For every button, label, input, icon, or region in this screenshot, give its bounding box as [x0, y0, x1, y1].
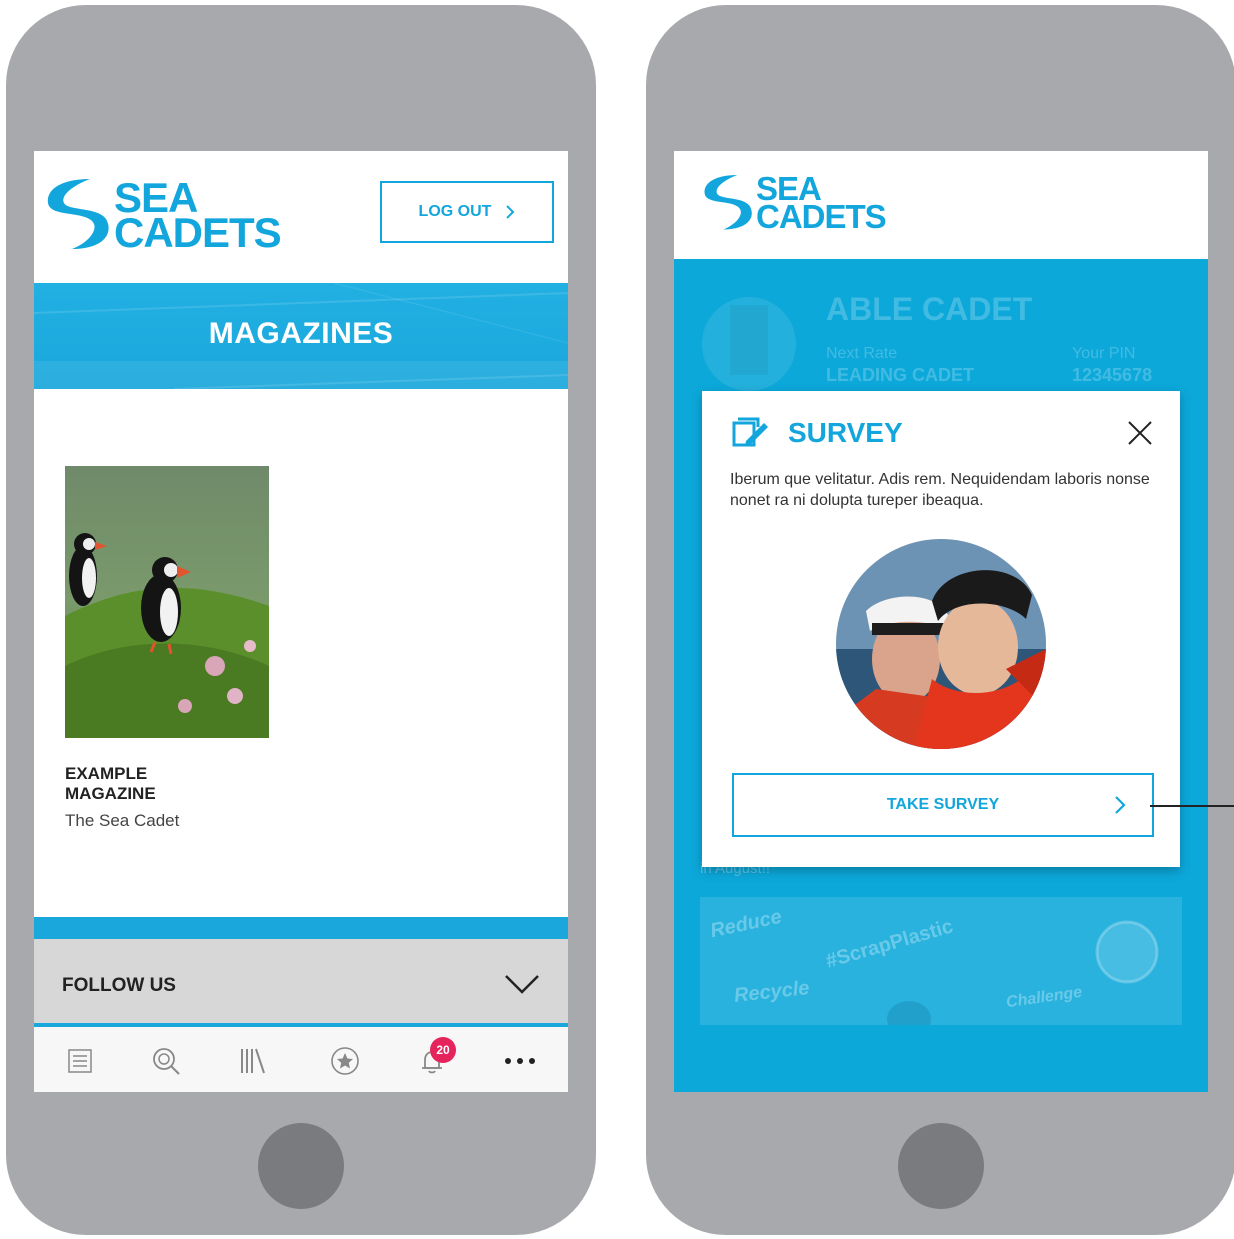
close-icon[interactable]: [1126, 419, 1154, 447]
survey-screen: SEA CADETS ABLE CADET Next Rate LEADING …: [674, 151, 1208, 1092]
app-header: SEA CADETS: [674, 151, 1208, 259]
annotation-leader-line: [1150, 805, 1234, 807]
tab-list[interactable]: [60, 1041, 100, 1081]
follow-us-section[interactable]: FOLLOW US: [34, 939, 568, 1023]
banner-band: [34, 361, 568, 389]
magazines-screen: SEA CADETS LOG OUT MAGAZINES EXAMPLE MAG…: [34, 151, 568, 1092]
magazine-title[interactable]: EXAMPLE MAGAZINE: [65, 764, 265, 804]
take-survey-label: TAKE SURVEY: [886, 796, 1000, 813]
logo-line2: CADETS: [756, 198, 887, 235]
logo-text: SEA CADETS: [756, 172, 887, 235]
next-rate-value: LEADING CADET: [826, 365, 974, 385]
take-survey-button[interactable]: TAKE SURVEY: [732, 773, 1154, 837]
app-header: SEA CADETS LOG OUT: [34, 151, 568, 283]
logout-label: LOG OUT: [418, 203, 492, 220]
phone-right: SEA CADETS ABLE CADET Next Rate LEADING …: [646, 5, 1234, 1235]
modal-title: SURVEY: [788, 417, 903, 448]
home-button[interactable]: [258, 1123, 344, 1209]
pin-value: 12345678: [1072, 365, 1153, 385]
survey-photo: [836, 539, 1046, 749]
sea-cadets-swoosh-icon: [704, 175, 752, 230]
tab-library[interactable]: [232, 1041, 272, 1081]
sea-cadets-logo[interactable]: SEA CADETS: [42, 176, 282, 256]
section-banner: MAGAZINES: [34, 283, 568, 389]
promo-word-reduce: Reduce: [708, 905, 784, 943]
footer-accent-strip: [34, 917, 568, 939]
bottom-tab-bar: 20: [34, 1027, 568, 1092]
notification-badge: 20: [430, 1037, 456, 1063]
modal-body-text: Iberum que velitatur. Adis rem. Nequiden…: [730, 471, 1150, 509]
sea-cadets-logo[interactable]: SEA CADETS: [700, 172, 887, 235]
rank-title: ABLE CADET: [826, 291, 1033, 327]
trophy-badge-icon: [1095, 920, 1159, 984]
follow-us-label: FOLLOW US: [62, 975, 176, 996]
page-title: MAGAZINES: [208, 317, 394, 350]
chevron-down-icon[interactable]: [504, 973, 540, 995]
tab-search[interactable]: [146, 1041, 186, 1081]
next-rate-label: Next Rate: [826, 345, 898, 362]
promo-banner: Reduce Recycle #ScrapPlastic Challenge: [700, 897, 1182, 1025]
logo-text: SEA CADETS: [114, 176, 282, 256]
chevron-right-icon: [1115, 796, 1126, 814]
home-button[interactable]: [898, 1123, 984, 1209]
chevron-right-icon: [506, 205, 515, 219]
promo-word-challenge: Challenge: [1005, 983, 1084, 1012]
survey-edit-icon: [732, 417, 768, 447]
magazine-cover[interactable]: [65, 466, 269, 738]
cadets-photo: [836, 539, 1046, 749]
profile-avatar: [702, 297, 796, 391]
logo-line2: CADETS: [114, 209, 282, 256]
survey-modal: SURVEY Iberum que velitatur. Adis rem. N…: [702, 391, 1180, 867]
library-icon: [241, 1048, 265, 1074]
search-icon: [153, 1048, 180, 1075]
sea-cadets-swoosh-icon: [47, 179, 109, 249]
magazine-title-line2: MAGAZINE: [65, 784, 156, 803]
magazine-subtitle: The Sea Cadet: [65, 811, 180, 830]
magazine-title-line1: EXAMPLE: [65, 764, 148, 783]
tab-favourites[interactable]: [325, 1041, 365, 1081]
tab-notifications[interactable]: 20: [412, 1037, 456, 1081]
tab-more[interactable]: [500, 1041, 540, 1081]
pin-label: Your PIN: [1072, 345, 1136, 362]
more-icon: [505, 1058, 535, 1064]
promo-hashtag: #ScrapPlastic: [823, 915, 956, 973]
cadet-silhouette-icon: [887, 1001, 931, 1025]
star-icon: [331, 1047, 359, 1075]
promo-word-recycle: Recycle: [733, 977, 811, 1007]
logout-button[interactable]: LOG OUT: [380, 181, 554, 243]
list-icon: [68, 1049, 92, 1073]
puffins-cover-image: [65, 466, 269, 738]
phone-left: SEA CADETS LOG OUT MAGAZINES EXAMPLE MAG…: [6, 5, 596, 1235]
